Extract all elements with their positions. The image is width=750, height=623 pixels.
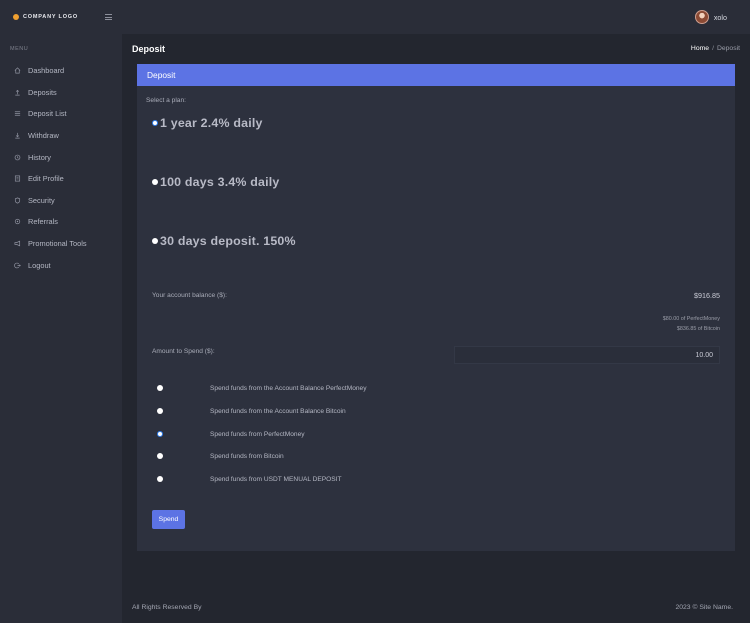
sidebar-item-promotional-tools[interactable]: Promotional Tools [0, 233, 122, 255]
sidebar-item-history[interactable]: History [0, 146, 122, 168]
sidebar: COMPANY LOGO MENU Dashboard Deposits Dep… [0, 0, 122, 623]
sidebar-item-edit-profile[interactable]: Edit Profile [0, 168, 122, 190]
card-header: Deposit [137, 64, 735, 86]
breadcrumb: Home / Deposit [691, 45, 740, 52]
footer-rights: All Rights Reserved By [132, 604, 202, 611]
funding-option-label: Spend funds from the Account Balance Per… [210, 384, 367, 392]
funding-option[interactable]: Spend funds from the Account Balance Bit… [157, 408, 346, 415]
logo-bar: COMPANY LOGO [0, 0, 122, 34]
footer-copyright: 2023 © Site Name. [675, 604, 733, 611]
account-balance-label: Your account balance ($): [152, 292, 227, 299]
plan-option[interactable]: 1 year 2.4% daily [152, 116, 263, 130]
funding-radio[interactable] [157, 431, 163, 437]
plan-radio[interactable] [152, 120, 158, 126]
page-title: Deposit [132, 44, 166, 54]
sidebar-item-withdraw[interactable]: Withdraw [0, 125, 122, 147]
sidebar-item-label: History [28, 152, 51, 162]
breadcrumb-home-link[interactable]: Home [691, 45, 709, 52]
plan-option[interactable]: 100 days 3.4% daily [152, 175, 280, 189]
funding-option[interactable]: Spend funds from the Account Balance Per… [157, 385, 367, 392]
sidebar-item-deposit-list[interactable]: Deposit List [0, 103, 122, 125]
profile-icon [14, 175, 21, 182]
upload-icon [14, 89, 21, 96]
plan-radio[interactable] [152, 238, 158, 244]
menu-toggle-icon[interactable] [105, 14, 112, 20]
funding-option-label: Spend funds from PerfectMoney [210, 430, 305, 438]
funding-option-label: Spend funds from the Account Balance Bit… [210, 407, 346, 415]
username[interactable]: xolo [714, 13, 727, 22]
funding-option-label: Spend funds from Bitcoin [210, 452, 284, 460]
sidebar-item-security[interactable]: Security [0, 190, 122, 212]
balance-breakdown-perfectmoney: $80.00 of PerfectMoney [662, 316, 720, 322]
breadcrumb-separator: / [712, 45, 714, 52]
menu-title: MENU [10, 46, 29, 52]
sidebar-menu: Dashboard Deposits Deposit List Withdraw… [0, 60, 122, 276]
plan-name: 1 year 2.4% daily [160, 116, 263, 130]
balance-breakdown-bitcoin: $836.85 of Bitcoin [676, 326, 720, 332]
sidebar-item-label: Referrals [28, 217, 58, 227]
megaphone-icon [14, 240, 21, 247]
topbar: xolo [122, 0, 750, 34]
referral-icon [14, 218, 21, 225]
sidebar-item-label: Promotional Tools [28, 239, 87, 249]
sidebar-item-logout[interactable]: Logout [0, 254, 122, 276]
account-balance-value: $916.85 [694, 291, 720, 300]
sidebar-item-label: Withdraw [28, 131, 59, 141]
funding-option-label: Spend funds from USDT MENUAL DEPOSIT [210, 475, 342, 483]
sidebar-item-label: Edit Profile [28, 174, 64, 184]
download-icon [14, 132, 21, 139]
funding-option[interactable]: Spend funds from Bitcoin [157, 453, 284, 460]
plan-name: 100 days 3.4% daily [160, 175, 280, 189]
spend-button[interactable]: Spend [152, 510, 185, 529]
sidebar-item-label: Deposits [28, 87, 57, 97]
sidebar-item-label: Logout [28, 260, 51, 270]
logout-icon [14, 262, 21, 269]
funding-radio[interactable] [157, 476, 163, 482]
funding-radio[interactable] [157, 385, 163, 391]
plan-radio[interactable] [152, 179, 158, 185]
plan-option[interactable]: 30 days deposit. 150% [152, 234, 296, 248]
sidebar-item-label: Security [28, 195, 55, 205]
home-icon [14, 67, 21, 74]
amount-label: Amount to Spend ($): [152, 348, 215, 355]
breadcrumb-current: Deposit [716, 45, 740, 52]
funding-option[interactable]: Spend funds from PerfectMoney [157, 431, 305, 438]
logo-dot-icon [13, 14, 19, 20]
shield-icon [14, 197, 21, 204]
deposit-card: Deposit Select a plan: 1 year 2.4% daily… [137, 64, 735, 551]
sidebar-item-deposits[interactable]: Deposits [0, 82, 122, 104]
amount-input[interactable] [454, 346, 720, 364]
logo-text: COMPANY LOGO [23, 14, 78, 20]
avatar[interactable] [694, 10, 709, 24]
list-icon [14, 110, 21, 117]
sidebar-item-label: Dashboard [28, 66, 65, 76]
sidebar-item-dashboard[interactable]: Dashboard [0, 60, 122, 82]
funding-radio[interactable] [157, 408, 163, 414]
sidebar-item-label: Deposit List [28, 109, 67, 119]
company-logo[interactable]: COMPANY LOGO [13, 14, 78, 20]
history-icon [14, 154, 21, 161]
funding-option[interactable]: Spend funds from USDT MENUAL DEPOSIT [157, 476, 342, 483]
plan-name: 30 days deposit. 150% [160, 234, 296, 248]
funding-radio[interactable] [157, 453, 163, 459]
sidebar-item-referrals[interactable]: Referrals [0, 211, 122, 233]
select-plan-label: Select a plan: [146, 97, 186, 104]
